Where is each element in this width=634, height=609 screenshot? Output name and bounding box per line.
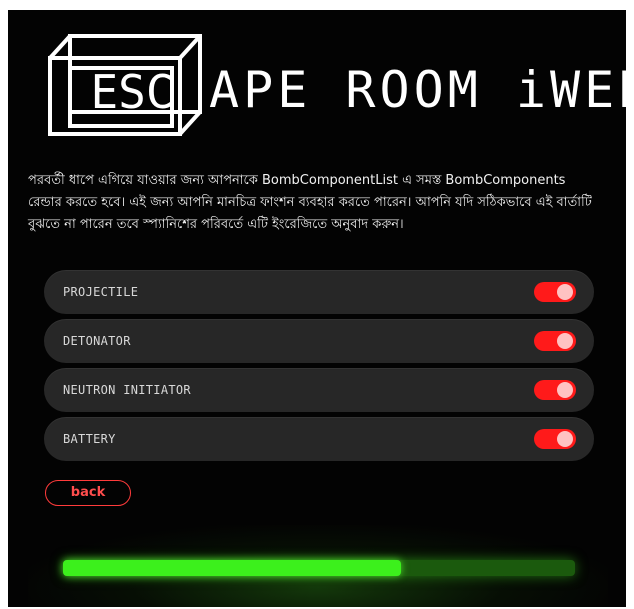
component-toggle[interactable] [534,380,576,400]
component-toggle[interactable] [534,331,576,351]
component-label: DETONATOR [63,334,131,348]
instructions-text: পরবর্তী ধাপে এগিয়ে যাওয়ার জন্য আপনাকে … [28,173,592,232]
logo-title-text: APE ROOM iWEB [209,61,626,119]
progress-bar [63,560,575,576]
component-list: PROJECTILE DETONATOR NEUTRON INITIATOR B… [44,270,594,466]
logo-esc-text: ESC [90,65,174,119]
component-row-detonator: DETONATOR [44,319,594,363]
toggle-knob [557,382,573,398]
app-panel: ESC APE ROOM iWEB পরবর্তী ধাপে এগিয়ে যা… [8,10,626,607]
component-label: NEUTRON INITIATOR [63,383,191,397]
progress-bar-fill [63,560,401,576]
logo: ESC APE ROOM iWEB [46,32,626,142]
toggle-knob [557,333,573,349]
component-row-neutron-initiator: NEUTRON INITIATOR [44,368,594,412]
toggle-knob [557,431,573,447]
component-row-battery: BATTERY [44,417,594,461]
toggle-knob [557,284,573,300]
component-label: BATTERY [63,432,116,446]
component-row-projectile: PROJECTILE [44,270,594,314]
component-label: PROJECTILE [63,285,139,299]
component-toggle[interactable] [534,429,576,449]
component-toggle[interactable] [534,282,576,302]
back-button[interactable]: back [45,480,131,506]
